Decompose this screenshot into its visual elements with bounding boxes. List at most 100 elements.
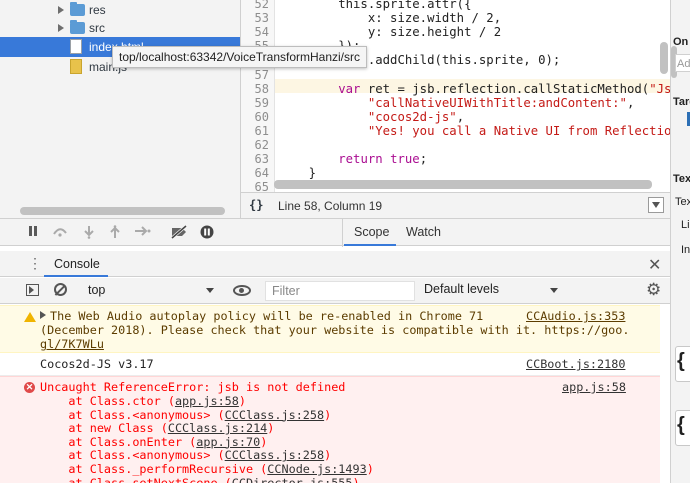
stack-frame-link[interactable]: app.js:70 xyxy=(196,435,260,449)
stack-frame: at Class.<anonymous> (CCClass.js:258) xyxy=(40,449,331,463)
coverage-dropdown-button[interactable] xyxy=(648,197,664,213)
console-messages: The Web Audio autoplay policy will be re… xyxy=(0,305,660,483)
file-tree: res src index.html main.js xyxy=(0,0,240,220)
line-number[interactable]: 62 xyxy=(241,138,269,152)
step-into-icon[interactable] xyxy=(82,225,96,239)
warning-icon xyxy=(24,312,36,322)
code-token: } xyxy=(279,166,317,181)
step-over-icon[interactable] xyxy=(52,225,67,239)
warning-link[interactable]: gl/7K7WLu xyxy=(40,337,104,352)
cursor-position: Line 58, Column 19 xyxy=(278,199,383,213)
live-expression-eye-icon[interactable] xyxy=(233,285,251,296)
code-line: x: size.width / 2, xyxy=(279,11,501,25)
line-number[interactable]: 57 xyxy=(241,68,269,82)
code-line: "callNativeUIWithTitle:andContent:", xyxy=(279,95,635,110)
editor-horizontal-scrollbar[interactable] xyxy=(274,180,652,189)
expand-triangle-icon[interactable] xyxy=(58,6,64,14)
folder-icon xyxy=(70,20,85,34)
stack-frame: at Class.setNextScene (CCDirector.js:555… xyxy=(40,475,360,483)
line-number[interactable]: 52 xyxy=(241,0,269,11)
context-select[interactable]: top xyxy=(82,282,220,300)
message-source-link[interactable]: CCAudio.js:353 xyxy=(526,309,625,324)
stack-frame-link[interactable]: CCDirector.js:555 xyxy=(232,476,353,483)
warning-text-line: (December 2018). Please check that your … xyxy=(40,323,630,337)
tab-console[interactable]: Console xyxy=(54,257,100,271)
stack-frame-text: at Class.setNextScene ( xyxy=(40,475,232,483)
tree-item-label: res xyxy=(89,3,106,17)
warning-text-line: The Web Audio autoplay policy will be re… xyxy=(50,309,484,323)
step-out-icon[interactable] xyxy=(108,225,122,239)
drawer-menu-icon[interactable]: ⋮ xyxy=(28,256,42,270)
code-line: } xyxy=(279,166,316,180)
pause-on-exceptions-icon[interactable] xyxy=(200,225,214,239)
code-line: y: size.height / 2 xyxy=(279,25,501,39)
stack-frame-text: ) xyxy=(352,475,360,483)
line-number[interactable]: 53 xyxy=(241,11,269,25)
code-editor[interactable]: 5253545556575859606162636465 this.sprite… xyxy=(240,0,670,192)
step-icon[interactable] xyxy=(134,225,152,239)
stack-frame-link[interactable]: CCClass.js:214 xyxy=(168,421,267,435)
stack-frame-link[interactable]: CCClass.js:258 xyxy=(225,408,324,422)
code-line: "Yes! you call a Native UI from Reflecti… xyxy=(279,124,670,138)
active-tab-indicator xyxy=(44,275,108,277)
editor-status-bar: {} Line 58, Column 19 xyxy=(240,192,670,218)
code-token: y: size.height / 2 xyxy=(279,25,502,40)
gear-icon[interactable]: ⚙ xyxy=(646,281,661,299)
line-number[interactable]: 64 xyxy=(241,166,269,180)
stack-frame-text: ) xyxy=(366,462,374,476)
pretty-print-icon[interactable]: {} xyxy=(249,198,263,212)
active-tab-indicator xyxy=(344,244,396,246)
stack-frame-text: ) xyxy=(324,448,332,463)
line-number[interactable]: 63 xyxy=(241,152,269,166)
tree-scrollbar[interactable] xyxy=(20,207,225,215)
log-levels-value: Default levels xyxy=(424,282,500,296)
stack-frame: at Class._performRecursive (CCNode.js:14… xyxy=(40,462,374,477)
tab-scope[interactable]: Scope xyxy=(354,225,389,239)
tab-watch[interactable]: Watch xyxy=(406,225,441,239)
stack-frame-link[interactable]: CCNode.js:1493 xyxy=(267,462,366,476)
line-number[interactable]: 61 xyxy=(241,124,269,138)
show-sidebar-icon[interactable] xyxy=(26,284,39,296)
line-number[interactable]: 58 xyxy=(241,82,269,96)
stack-frame-text: ) xyxy=(324,407,332,422)
stack-frame-link[interactable]: app.js:58 xyxy=(175,394,239,408)
code-token: ; xyxy=(419,152,428,167)
panel-label: Tex xyxy=(675,196,690,208)
stack-frame-text: at Class._performRecursive ( xyxy=(40,462,268,476)
expand-triangle-icon[interactable] xyxy=(58,24,64,32)
code-token: x: size.width / 2, xyxy=(279,11,502,26)
line-number[interactable]: 59 xyxy=(241,96,269,110)
chevron-down-icon xyxy=(206,288,214,293)
tree-item-src[interactable]: src xyxy=(0,18,240,38)
keyword-token: var xyxy=(338,81,361,96)
pause-icon[interactable] xyxy=(26,225,40,239)
close-icon[interactable]: ✕ xyxy=(648,255,661,275)
editor-vertical-scrollbar[interactable] xyxy=(660,42,668,74)
drawer-header: ⋮ Console ✕ xyxy=(0,251,670,277)
string-token: "cocos2d-js" xyxy=(367,109,457,124)
stack-frame-link[interactable]: CCClass.js:258 xyxy=(225,448,324,463)
console-warning-message: The Web Audio autoplay policy will be re… xyxy=(0,305,660,353)
code-token: , xyxy=(626,95,635,110)
message-source-link[interactable]: app.js:58 xyxy=(562,380,626,395)
line-number[interactable]: 54 xyxy=(241,25,269,39)
stack-frame-text: ) xyxy=(238,394,246,408)
tree-item-res[interactable]: res xyxy=(0,0,240,20)
folder-icon xyxy=(70,2,85,16)
right-styles-panel: On D Ad Targ Text Tex Li In { { xyxy=(670,0,690,483)
expand-triangle-icon[interactable] xyxy=(40,311,46,319)
stack-frame: at new Class (CCClass.js:214) xyxy=(40,421,274,436)
message-source-link[interactable]: CCBoot.js:2180 xyxy=(526,357,625,372)
line-number[interactable]: 65 xyxy=(241,180,269,192)
line-number[interactable]: 60 xyxy=(241,110,269,124)
panel-placeholder: Ad xyxy=(677,58,690,70)
clear-console-icon[interactable] xyxy=(54,283,67,296)
keyword-token: return xyxy=(338,152,383,167)
brace-icon: { xyxy=(677,414,685,436)
log-levels-select[interactable]: Default levels xyxy=(424,282,564,300)
code-token: ret = jsb.reflection.callStaticMethod( xyxy=(360,81,650,96)
deactivate-breakpoints-icon[interactable] xyxy=(170,224,188,240)
brace-icon: { xyxy=(677,350,685,372)
filter-input[interactable] xyxy=(265,281,415,301)
